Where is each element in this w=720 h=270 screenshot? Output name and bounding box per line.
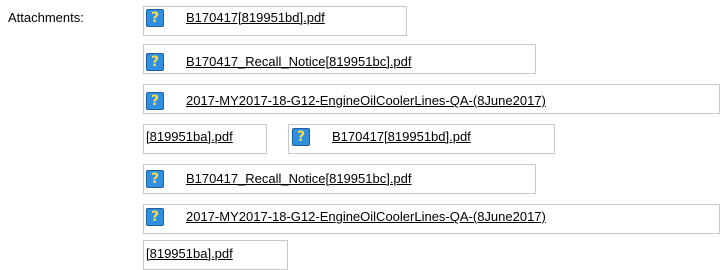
unknown-file-icon: ?: [146, 9, 164, 27]
attachment-frame: [143, 124, 267, 154]
attachment-link[interactable]: 2017-MY2017-18-G12-EngineOilCoolerLines-…: [186, 209, 546, 224]
attachments-label: Attachments:: [8, 10, 84, 25]
attachment-link[interactable]: 2017-MY2017-18-G12-EngineOilCoolerLines-…: [186, 93, 546, 108]
unknown-file-icon: ?: [146, 208, 164, 226]
attachment-link[interactable]: B170417_Recall_Notice[819951bc].pdf: [186, 171, 412, 186]
attachment-frame: [143, 240, 288, 270]
unknown-file-icon: ?: [146, 92, 164, 110]
unknown-file-icon: ?: [146, 170, 164, 188]
attachment-link[interactable]: B170417[819951bd].pdf: [332, 129, 471, 144]
unknown-file-icon: ?: [146, 53, 164, 71]
attachment-link[interactable]: B170417[819951bd].pdf: [186, 10, 325, 25]
unknown-file-icon: ?: [292, 128, 310, 146]
attachment-link[interactable]: B170417_Recall_Notice[819951bc].pdf: [186, 54, 412, 69]
